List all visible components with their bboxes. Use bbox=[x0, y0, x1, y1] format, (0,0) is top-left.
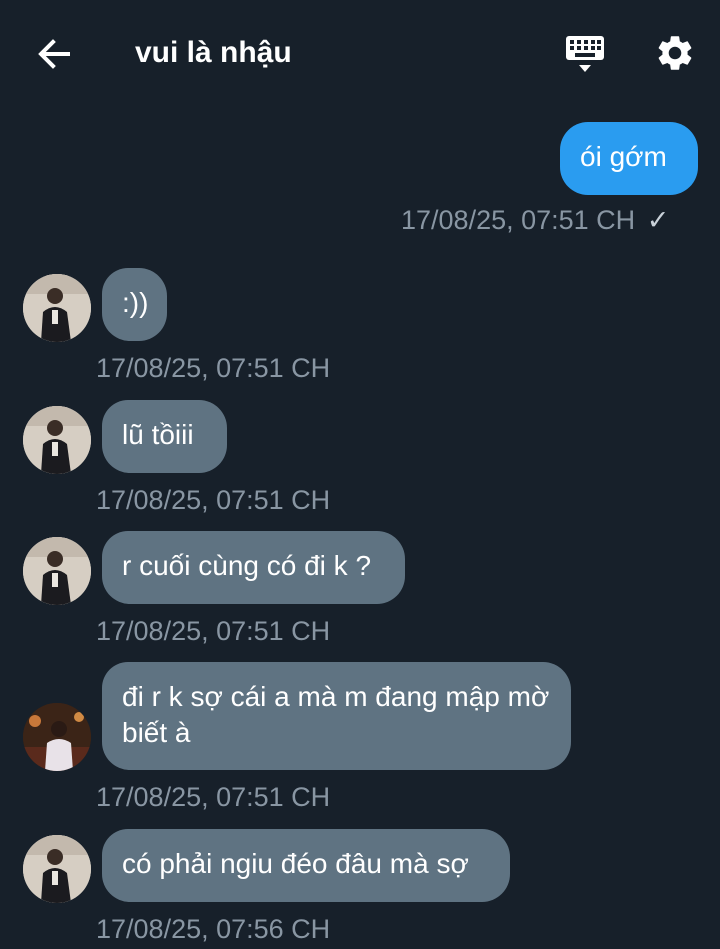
chat-title: vui là nhậu bbox=[135, 36, 292, 69]
message-bubble[interactable]: đi r k sợ cái a mà m đang mập mờ biết à bbox=[102, 662, 571, 770]
message-bubble[interactable]: :)) bbox=[102, 268, 167, 341]
message-timestamp: 17/08/25, 07:51 CH bbox=[96, 782, 331, 812]
message-text: có phải ngiu đéo đâu mà sợ bbox=[122, 848, 469, 879]
settings-button[interactable] bbox=[650, 28, 700, 78]
avatar-image bbox=[23, 537, 91, 605]
avatar-image bbox=[23, 703, 91, 771]
message-timestamp: 17/08/25, 07:51 CH bbox=[96, 485, 331, 515]
message-timestamp: 17/08/25, 07:51 CH ✓ bbox=[401, 204, 669, 236]
avatar[interactable] bbox=[23, 835, 91, 903]
arrow-left-icon bbox=[38, 39, 70, 69]
avatar[interactable] bbox=[23, 703, 91, 771]
avatar[interactable] bbox=[23, 274, 91, 342]
message-text: lũ tồiii bbox=[122, 419, 194, 450]
message-text: :)) bbox=[122, 287, 149, 318]
avatar-image bbox=[23, 835, 91, 903]
timestamp-text: 17/08/25, 07:51 CH bbox=[401, 205, 636, 235]
message-timestamp: 17/08/25, 07:51 CH bbox=[96, 616, 331, 646]
avatar-image bbox=[23, 406, 91, 474]
sent-check-icon: ✓ bbox=[646, 205, 670, 235]
message-timestamp: 17/08/25, 07:56 CH bbox=[96, 914, 331, 944]
message-text: r cuối cùng có đi k ? bbox=[122, 550, 372, 581]
avatar[interactable] bbox=[23, 537, 91, 605]
avatar-image bbox=[23, 274, 91, 342]
message-bubble[interactable]: lũ tồiii bbox=[102, 400, 227, 473]
top-bar: vui là nhậu bbox=[0, 0, 720, 106]
message-bubble[interactable]: ói gớm bbox=[560, 122, 698, 195]
back-button[interactable] bbox=[32, 32, 76, 76]
message-text: đi r k sợ cái a mà m đang mập mờ biết à bbox=[122, 681, 550, 748]
keyboard-button[interactable] bbox=[560, 30, 610, 78]
message-list[interactable]: ói gớm 17/08/25, 07:51 CH ✓ :)) 17/08/25… bbox=[0, 106, 720, 949]
message-timestamp: 17/08/25, 07:51 CH bbox=[96, 353, 331, 383]
avatar[interactable] bbox=[23, 406, 91, 474]
gear-icon bbox=[658, 36, 692, 70]
message-bubble[interactable]: r cuối cùng có đi k ? bbox=[102, 531, 405, 604]
message-bubble[interactable]: có phải ngiu đéo đâu mà sợ bbox=[102, 829, 510, 902]
message-text: ói gớm bbox=[580, 141, 667, 172]
keyboard-icon bbox=[566, 36, 604, 72]
